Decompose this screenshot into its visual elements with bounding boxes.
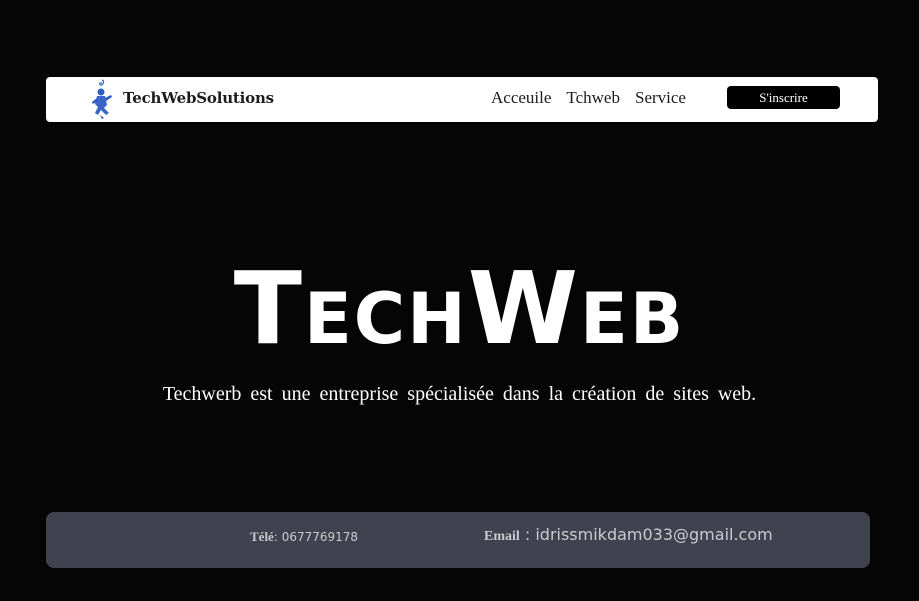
nav-links: Acceuile Tchweb Service (491, 88, 686, 108)
nav-link-acceuile[interactable]: Acceuile (491, 88, 551, 108)
phone-label: Télé (250, 529, 274, 544)
nav-link-tchweb[interactable]: Tchweb (566, 88, 620, 108)
phone-number: 0677769178 (281, 530, 359, 544)
brand-name[interactable]: TechWebSolutions (123, 89, 274, 107)
hero-subtitle: Techwerb est une entreprise spécialisée … (162, 383, 757, 405)
phone-separator: : (273, 530, 282, 544)
email-info: Email : idrissmikdam033@gmail.com (484, 525, 773, 545)
blue-figure-logo-icon[interactable] (90, 78, 114, 120)
footer-contact-bar: Télé: 0677769178 Email : idrissmikdam033… (46, 512, 870, 568)
navbar: TechWebSolutions Acceuile Tchweb Service… (46, 77, 878, 122)
email-address[interactable]: idrissmikdam033@gmail.com (535, 525, 772, 544)
hero-title: TechWeb (233, 250, 686, 367)
signup-button[interactable]: S'inscrire (727, 86, 840, 109)
email-separator: : (519, 525, 536, 544)
phone-info: Télé: 0677769178 (250, 529, 358, 545)
nav-link-service[interactable]: Service (635, 88, 686, 108)
email-label: Email (484, 529, 520, 544)
